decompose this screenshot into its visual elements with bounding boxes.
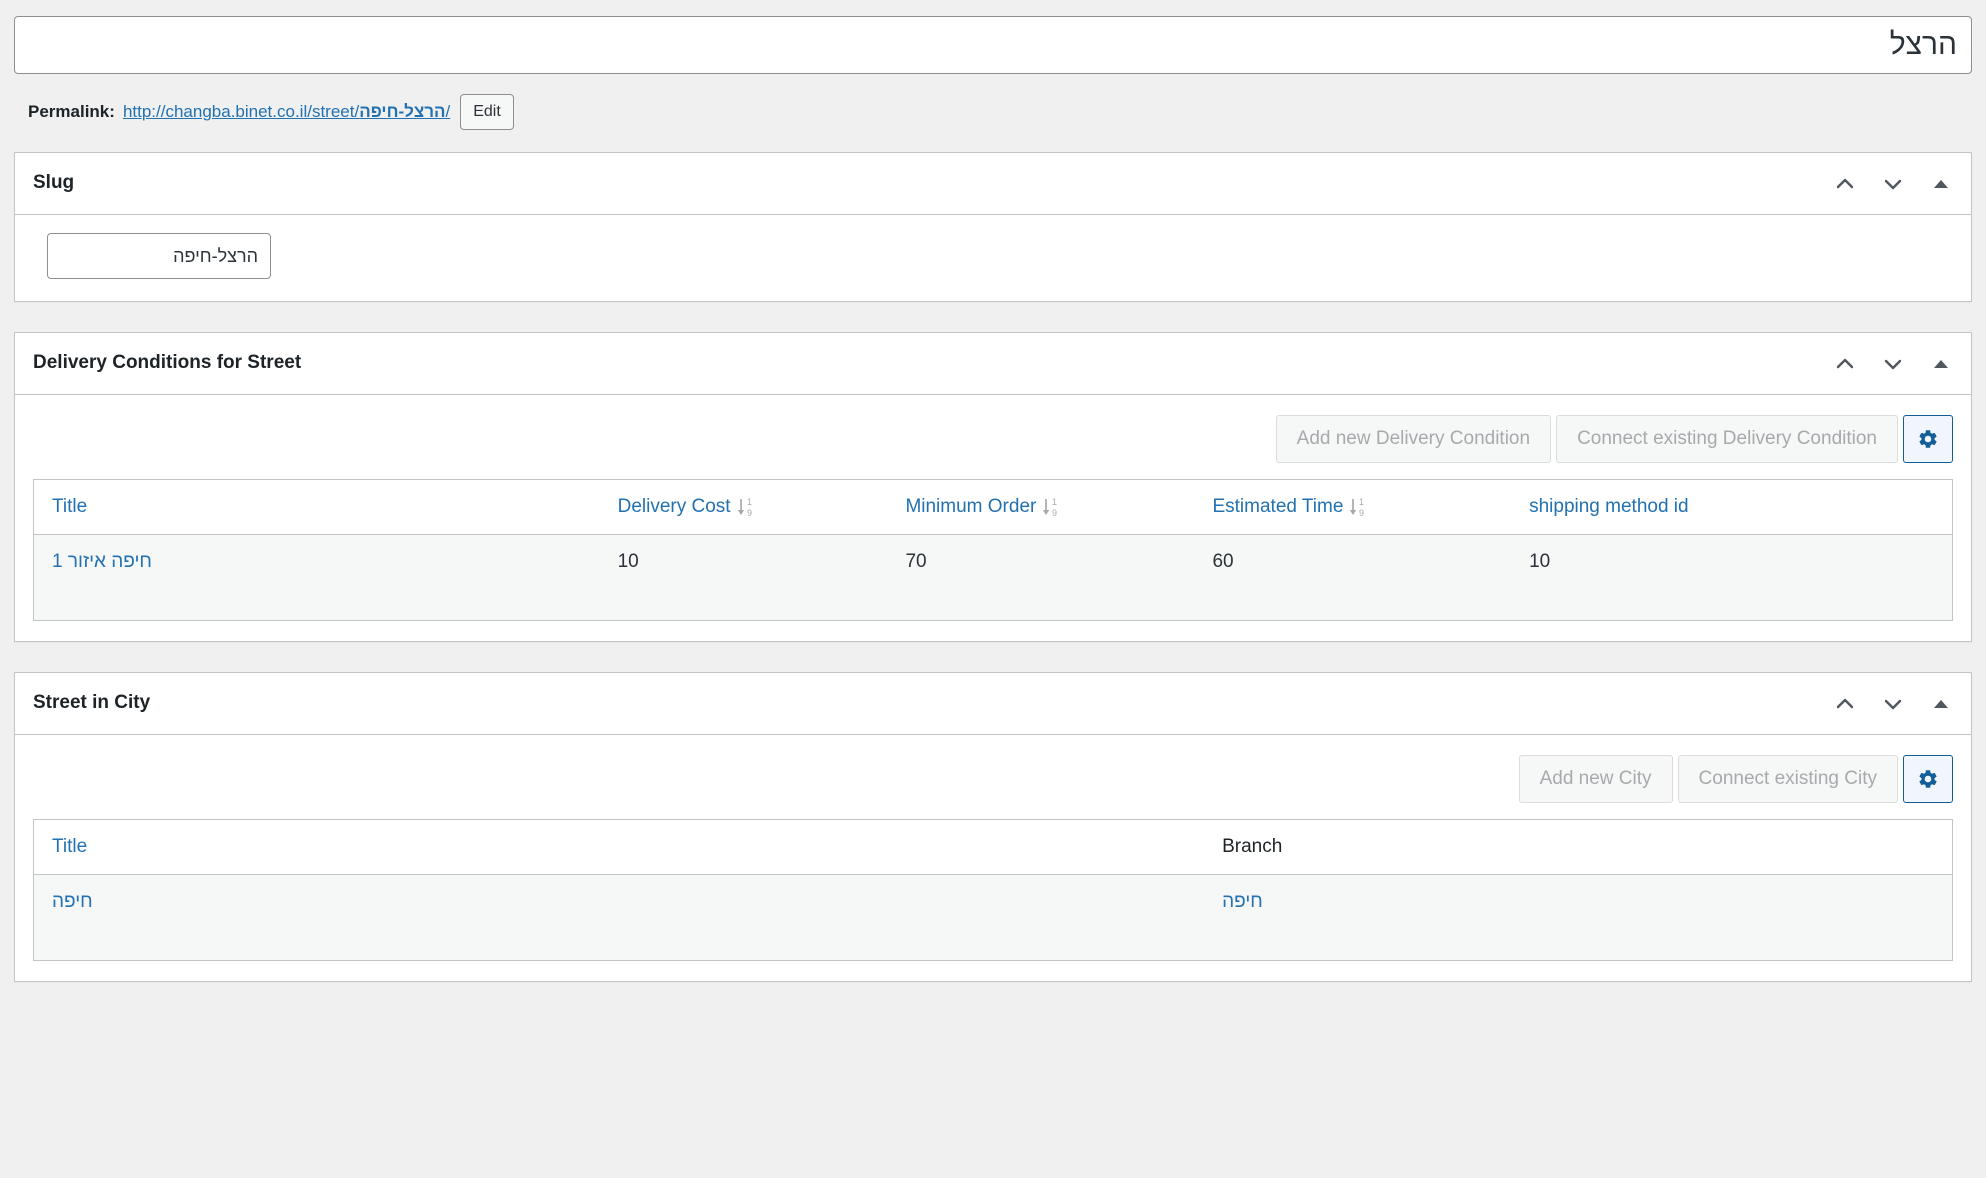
cell-estimated-time: 60 xyxy=(1194,534,1512,621)
move-down-icon[interactable] xyxy=(1871,162,1915,206)
branch-link[interactable]: חיפה xyxy=(1222,891,1263,912)
connect-existing-city-button[interactable]: Connect existing City xyxy=(1677,755,1898,804)
column-header-estimated-time-label: Estimated Time xyxy=(1212,496,1344,518)
toggle-panel-icon[interactable] xyxy=(1919,342,1963,386)
move-up-icon[interactable] xyxy=(1823,342,1867,386)
slug-panel: Slug xyxy=(14,152,1972,302)
delivery-panel-body: Add new Delivery Condition Connect exist… xyxy=(15,395,1971,641)
column-header-estimated-time[interactable]: Estimated Time 1 9 xyxy=(1194,479,1512,536)
toggle-panel-icon[interactable] xyxy=(1919,162,1963,206)
city-panel-title: Street in City xyxy=(33,692,151,714)
permalink-url-slug: הרצל-חיפה xyxy=(359,102,446,121)
delivery-panel-title: Delivery Conditions for Street xyxy=(33,352,302,374)
permalink-label: Permalink: xyxy=(28,102,115,121)
add-new-delivery-condition-button[interactable]: Add new Delivery Condition xyxy=(1275,415,1552,463)
column-header-title-label: Title xyxy=(52,496,88,517)
cell-minimum-order: 70 xyxy=(887,534,1195,621)
cell-city-branch: חיפה xyxy=(1204,874,1953,961)
column-header-minimum-order-label: Minimum Order xyxy=(905,496,1037,518)
column-header-shipping-method-id-label: shipping method id xyxy=(1529,496,1689,517)
delivery-conditions-table: Title Delivery Cost 1 9 Minimum Order 1 … xyxy=(33,479,1953,622)
city-table-body: חיפה חיפה xyxy=(33,874,1953,961)
street-in-city-table: Title Branch חיפה חיפה xyxy=(33,819,1953,962)
column-header-delivery-cost[interactable]: Delivery Cost 1 9 xyxy=(599,479,888,536)
cell-city-title: חיפה xyxy=(33,874,1205,961)
column-header-shipping-method-id[interactable]: shipping method id xyxy=(1511,479,1953,536)
slug-panel-title: Slug xyxy=(33,172,75,194)
cell-shipping-method-id: 10 xyxy=(1511,534,1953,621)
svg-text:1: 1 xyxy=(747,497,752,507)
edit-permalink-button[interactable]: Edit xyxy=(460,94,514,130)
move-down-icon[interactable] xyxy=(1871,342,1915,386)
slug-panel-actions xyxy=(1823,162,1963,206)
connect-existing-delivery-condition-button[interactable]: Connect existing Delivery Condition xyxy=(1556,415,1898,463)
delivery-conditions-panel: Delivery Conditions for Street Add new D… xyxy=(14,332,1972,643)
table-row: חיפה חיפה xyxy=(33,874,1953,961)
svg-text:9: 9 xyxy=(1052,508,1057,518)
city-panel-header: Street in City xyxy=(15,673,1971,736)
sort-numeric-desc-icon[interactable]: 1 9 xyxy=(1348,496,1368,518)
permalink-url-suffix: / xyxy=(445,102,451,121)
column-header-title[interactable]: Title xyxy=(33,479,600,536)
slug-panel-header: Slug xyxy=(15,153,1971,215)
city-link[interactable]: חיפה xyxy=(52,891,93,912)
column-header-minimum-order[interactable]: Minimum Order 1 9 xyxy=(887,479,1195,536)
slug-input[interactable] xyxy=(47,233,271,279)
delivery-table-body: חיפה איזור 1 10 70 60 10 xyxy=(33,534,1953,621)
add-new-city-button[interactable]: Add new City xyxy=(1518,755,1673,804)
sort-numeric-desc-icon[interactable]: 1 9 xyxy=(736,496,756,518)
city-toolbar: Add new City Connect existing City xyxy=(33,749,1953,819)
delivery-panel-actions xyxy=(1823,342,1963,386)
delivery-table-head: Title Delivery Cost 1 9 Minimum Order 1 … xyxy=(33,479,1953,536)
svg-text:1: 1 xyxy=(1052,497,1057,507)
column-header-branch: Branch xyxy=(1204,819,1953,876)
delivery-table-header-row: Title Delivery Cost 1 9 Minimum Order 1 … xyxy=(33,479,1953,536)
cell-delivery-cost: 10 xyxy=(599,534,888,621)
city-panel-actions xyxy=(1823,682,1963,726)
column-header-branch-label: Branch xyxy=(1222,836,1283,858)
post-title-wrap xyxy=(14,16,1972,74)
city-table-header-row: Title Branch xyxy=(33,819,1953,876)
toggle-panel-icon[interactable] xyxy=(1919,682,1963,726)
table-row: חיפה איזור 1 10 70 60 10 xyxy=(33,534,1953,621)
street-in-city-panel: Street in City Add new City Connect exis… xyxy=(14,672,1972,983)
gear-icon[interactable] xyxy=(1903,415,1953,463)
sort-numeric-desc-icon[interactable]: 1 9 xyxy=(1041,496,1061,518)
move-up-icon[interactable] xyxy=(1823,162,1867,206)
column-header-title-label: Title xyxy=(52,836,88,858)
move-up-icon[interactable] xyxy=(1823,682,1867,726)
permalink-url-prefix: http://changba.binet.co.il/street/ xyxy=(122,102,360,121)
gear-icon[interactable] xyxy=(1903,755,1953,804)
svg-text:1: 1 xyxy=(1359,497,1364,507)
delivery-toolbar: Add new Delivery Condition Connect exist… xyxy=(33,409,1953,479)
svg-text:9: 9 xyxy=(1359,508,1364,518)
post-title-input[interactable] xyxy=(14,16,1972,74)
permalink-row: Permalink: http://changba.binet.co.il/st… xyxy=(14,94,1972,130)
move-down-icon[interactable] xyxy=(1871,682,1915,726)
column-header-title[interactable]: Title xyxy=(33,819,1205,876)
city-table-head: Title Branch xyxy=(33,819,1953,876)
cell-title: חיפה איזור 1 xyxy=(33,534,600,621)
delivery-panel-header: Delivery Conditions for Street xyxy=(15,333,1971,395)
column-header-delivery-cost-label: Delivery Cost xyxy=(617,496,731,518)
delivery-condition-link[interactable]: חיפה איזור 1 xyxy=(52,551,152,572)
permalink-link[interactable]: http://changba.binet.co.il/street/הרצל-ח… xyxy=(123,102,450,122)
svg-text:9: 9 xyxy=(747,508,752,518)
city-panel-body: Add new City Connect existing City Title… xyxy=(15,735,1971,981)
slug-panel-body xyxy=(15,215,1971,301)
